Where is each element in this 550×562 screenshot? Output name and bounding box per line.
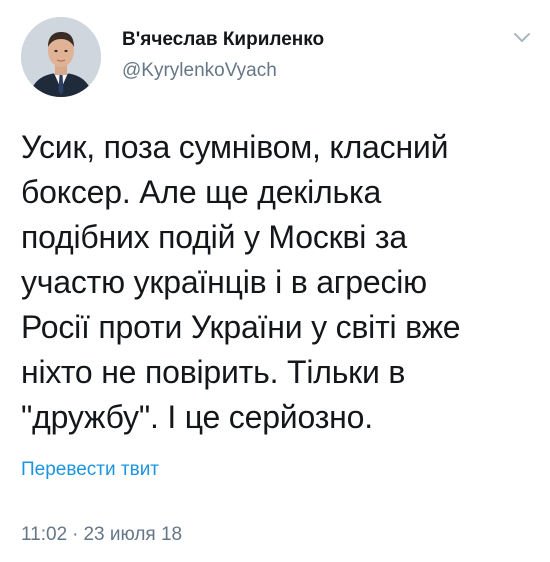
user-handle[interactable]: @KyrylenkoVyach	[122, 59, 324, 83]
chevron-down-icon[interactable]	[512, 30, 532, 44]
tweet-card: В'ячеслав Кириленко @KyrylenkoVyach Усик…	[0, 0, 550, 562]
tweet-text: Усик, поза сумнівом, класний боксер. Але…	[21, 129, 461, 435]
tweet-date[interactable]: 23 июля 18	[83, 524, 182, 545]
tweet-time[interactable]: 11:02	[21, 524, 67, 545]
meta-separator: ·	[72, 524, 79, 545]
translate-tweet-link[interactable]: Перевести твит	[21, 458, 159, 482]
display-name[interactable]: В'ячеслав Кириленко	[122, 28, 324, 52]
avatar-image	[21, 17, 101, 97]
avatar[interactable]	[21, 17, 101, 97]
author-block: В'ячеслав Кириленко @KyrylenkoVyach	[122, 28, 324, 83]
tweet-timestamp: 11:02 · 23 июля 18	[21, 523, 182, 547]
